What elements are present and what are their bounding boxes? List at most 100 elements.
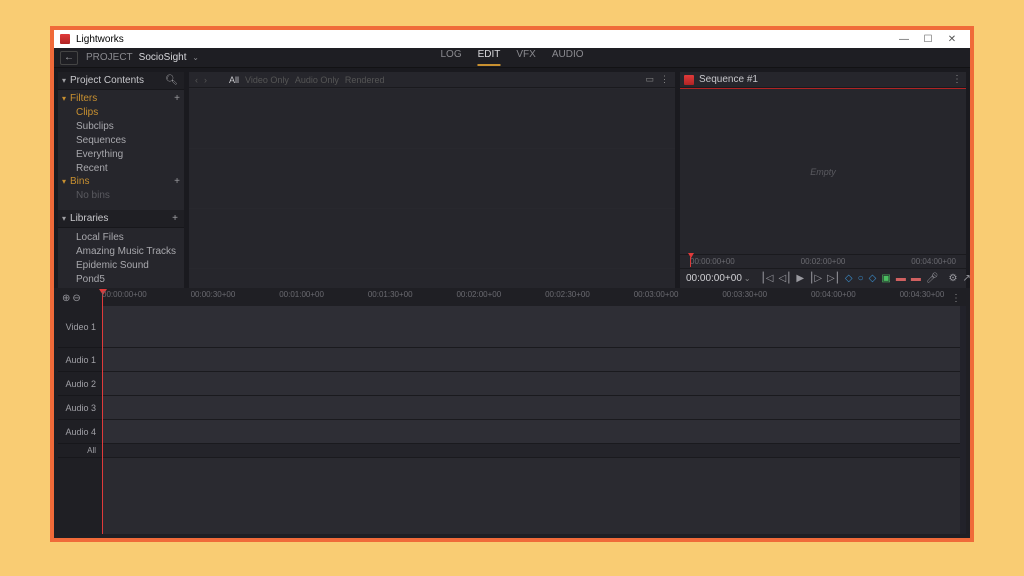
- track-label-all[interactable]: All: [58, 444, 102, 458]
- search-icon[interactable]: 🔍︎: [163, 75, 180, 86]
- top-toolbar: ← PROJECT SocioSight ⌄ LOG EDIT VFX AUDI…: [54, 48, 970, 68]
- chevron-down-icon: ⌄: [744, 274, 751, 283]
- main-tabs: LOG EDIT VFX AUDIO: [440, 49, 583, 66]
- track-row[interactable]: [102, 306, 960, 348]
- mark-in-button[interactable]: ◇: [845, 273, 853, 284]
- window-close-button[interactable]: ✕: [940, 30, 964, 48]
- mark-out-button[interactable]: ◇: [869, 273, 877, 284]
- sidebar-item-recent[interactable]: Recent: [58, 161, 184, 175]
- project-label: PROJECT: [86, 52, 133, 63]
- panel-menu-icon[interactable]: ⋮: [660, 74, 669, 85]
- track-row[interactable]: [102, 444, 960, 458]
- ruler-tick: 00:00:30+00: [191, 290, 236, 299]
- timeline-ruler[interactable]: 00:00:00+00 00:00:30+00 00:01:00+00 00:0…: [102, 290, 946, 306]
- library-pond5[interactable]: Pond5: [58, 272, 184, 286]
- ruler-tick: 00:04:30+00: [900, 290, 945, 299]
- track-label-audio4[interactable]: Audio 4: [58, 420, 102, 444]
- project-contents-title: Project Contents: [70, 75, 163, 86]
- add-library-button[interactable]: +: [170, 213, 180, 224]
- viewer-ruler[interactable]: 00:00:00+00 00:02:00+00 00:04:00+00: [680, 254, 966, 268]
- step-forward-button[interactable]: ⎮▷: [809, 273, 822, 284]
- sidebar-item-subclips[interactable]: Subclips: [58, 119, 184, 133]
- track-row[interactable]: [102, 348, 960, 372]
- track-label-audio2[interactable]: Audio 2: [58, 372, 102, 396]
- share-icon[interactable]: ↗: [963, 273, 971, 284]
- ruler-tick: 00:01:30+00: [368, 290, 413, 299]
- timeline-playhead-line[interactable]: [102, 306, 103, 534]
- nav-back-icon[interactable]: ‹: [195, 75, 198, 85]
- sidebar-item-clips[interactable]: Clips: [58, 105, 184, 119]
- filter-rendered[interactable]: Rendered: [345, 75, 385, 85]
- tab-vfx[interactable]: VFX: [516, 49, 535, 66]
- settings-icon[interactable]: ⚙: [949, 273, 958, 284]
- sequence-menu-icon[interactable]: ⋮: [952, 74, 962, 85]
- sidebar-item-sequences[interactable]: Sequences: [58, 133, 184, 147]
- add-bin-button[interactable]: +: [174, 176, 180, 187]
- sidebar-item-everything[interactable]: Everything: [58, 147, 184, 161]
- libraries-header[interactable]: ▾ Libraries +: [58, 210, 184, 228]
- filter-audio-only[interactable]: Audio Only: [295, 75, 339, 85]
- tab-edit[interactable]: EDIT: [478, 49, 501, 66]
- track-label-audio3[interactable]: Audio 3: [58, 396, 102, 420]
- ruler-tick: 00:04:00+00: [911, 257, 956, 266]
- sequence-panel: Sequence #1 ⋮ Empty 00:00:00+00 00:02:00…: [680, 72, 966, 288]
- back-button[interactable]: ←: [60, 51, 78, 65]
- mark-clear-button[interactable]: ○: [858, 273, 864, 284]
- libraries-title: Libraries: [70, 213, 170, 224]
- track-label-video1[interactable]: Video 1: [58, 306, 102, 348]
- insert-button[interactable]: ▣: [881, 273, 890, 284]
- bins-section[interactable]: ▾ Bins +: [58, 175, 184, 188]
- timeline-tracks[interactable]: [102, 306, 960, 534]
- library-amazing-music[interactable]: Amazing Music Tracks: [58, 244, 184, 258]
- library-local-files[interactable]: Local Files: [58, 230, 184, 244]
- project-name-text: SocioSight: [139, 52, 187, 63]
- filters-section[interactable]: ▾ Filters +: [58, 92, 184, 105]
- app-logo-icon: [60, 34, 70, 44]
- library-epidemic-sound[interactable]: Epidemic Sound: [58, 258, 184, 272]
- no-bins-label: No bins: [58, 188, 184, 202]
- nav-forward-icon[interactable]: ›: [204, 75, 207, 85]
- project-contents-header[interactable]: ▾ Project Contents 🔍︎: [58, 72, 184, 90]
- track-row[interactable]: [102, 420, 960, 444]
- window-maximize-button[interactable]: ☐: [916, 30, 940, 48]
- jump-start-button[interactable]: ⎮◁: [761, 273, 774, 284]
- chevron-down-icon: ▾: [62, 214, 66, 223]
- zoom-in-button[interactable]: ⊕: [62, 293, 70, 304]
- mic-icon[interactable]: 🎤︎: [926, 273, 939, 284]
- viewer-empty-label: Empty: [810, 167, 836, 177]
- ruler-tick: 00:02:30+00: [545, 290, 590, 299]
- ruler-tick: 00:03:30+00: [722, 290, 767, 299]
- delete-button[interactable]: ▬: [911, 273, 921, 284]
- content-grid[interactable]: [189, 88, 675, 288]
- view-mode-icon[interactable]: ▭: [645, 74, 654, 85]
- track-row[interactable]: [102, 372, 960, 396]
- filters-label: Filters: [70, 93, 174, 104]
- step-back-button[interactable]: ◁⎮: [779, 273, 792, 284]
- track-label-audio1[interactable]: Audio 1: [58, 348, 102, 372]
- zoom-out-button[interactable]: ⊖: [72, 293, 80, 304]
- project-name-dropdown[interactable]: SocioSight ⌄: [139, 52, 199, 63]
- chevron-down-icon: ▾: [62, 177, 66, 186]
- app-frame: Lightworks — ☐ ✕ ← PROJECT SocioSight ⌄ …: [50, 26, 974, 542]
- play-button[interactable]: ▶: [796, 273, 804, 284]
- tab-log[interactable]: LOG: [440, 49, 461, 66]
- viewer-playhead-icon[interactable]: [688, 253, 694, 258]
- remove-button[interactable]: ▬: [896, 273, 906, 284]
- tab-audio[interactable]: AUDIO: [552, 49, 584, 66]
- project-sidebar: ▾ Project Contents 🔍︎ ▾ Filters + Clips …: [58, 72, 184, 288]
- sequence-badge-icon: [684, 75, 694, 85]
- filter-all[interactable]: All: [229, 75, 239, 85]
- filter-video-only[interactable]: Video Only: [245, 75, 289, 85]
- track-row[interactable]: [102, 396, 960, 420]
- timecode-display[interactable]: 00:00:00+00 ⌄: [686, 273, 751, 284]
- ruler-tick: 00:00:00+00: [690, 257, 735, 266]
- timeline-menu-icon[interactable]: ⋮: [946, 293, 966, 304]
- window-minimize-button[interactable]: —: [892, 30, 916, 48]
- timeline-scrollbar[interactable]: [960, 306, 966, 534]
- content-filter-bar: ‹ › All Video Only Audio Only Rendered ▭…: [189, 72, 675, 88]
- window-title: Lightworks: [76, 34, 124, 45]
- jump-end-button[interactable]: ▷⎮: [827, 273, 840, 284]
- add-filter-button[interactable]: +: [174, 93, 180, 104]
- viewer[interactable]: Empty: [680, 88, 966, 254]
- chevron-down-icon: ▾: [62, 94, 66, 103]
